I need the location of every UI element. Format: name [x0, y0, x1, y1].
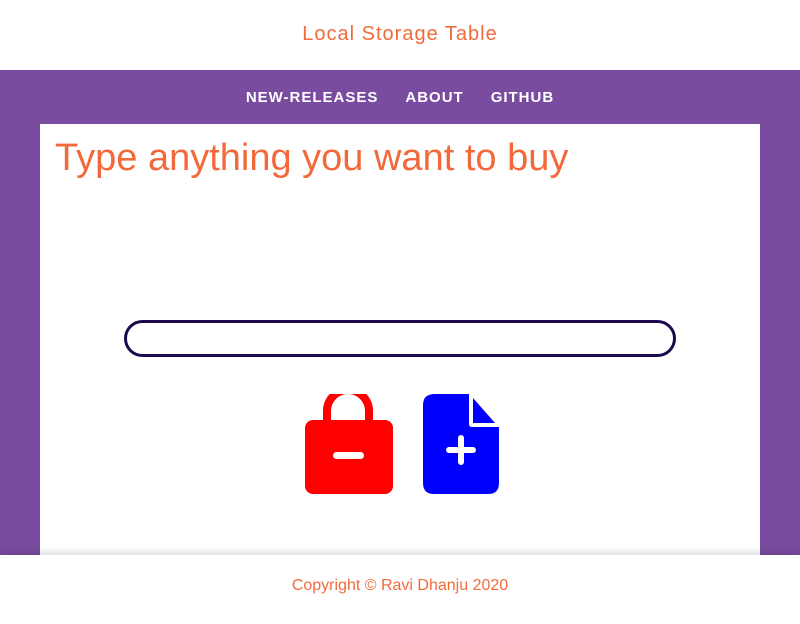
- site-header: Local Storage Table: [0, 0, 800, 70]
- nav-link-github[interactable]: GITHUB: [491, 89, 555, 106]
- nav-link-new-releases[interactable]: NEW-RELEASES: [246, 89, 379, 106]
- page-heading: Type anything you want to buy: [55, 137, 569, 179]
- site-footer: Copyright © Ravi Dhanju 2020: [0, 555, 800, 624]
- page: Local Storage Table NEW-RELEASES ABOUT G…: [0, 0, 800, 624]
- copyright-text: Copyright © Ravi Dhanju 2020: [291, 576, 509, 594]
- add-item-button[interactable]: [423, 394, 499, 494]
- site-title: Local Storage Table: [302, 22, 498, 45]
- content-card: Type anything you want to buy: [40, 124, 760, 555]
- remove-item-button[interactable]: [304, 386, 394, 494]
- main-nav: NEW-RELEASES ABOUT GITHUB: [0, 70, 800, 124]
- file-plus-icon: [423, 394, 499, 494]
- nav-link-about[interactable]: ABOUT: [405, 89, 463, 106]
- item-input[interactable]: [124, 320, 676, 357]
- shopping-bag-minus-icon: [305, 386, 393, 494]
